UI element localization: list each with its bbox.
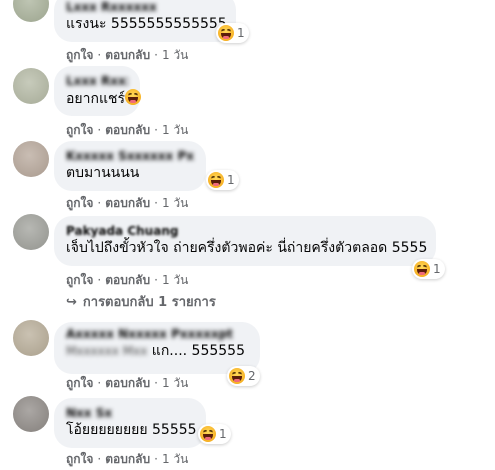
comment-bubble: Lxxx Rxxxxxx แรงนะ 5555555555555 (54, 0, 236, 42)
like-link[interactable]: ถูกใจ (66, 48, 93, 62)
separator: · (154, 273, 158, 287)
avatar[interactable] (13, 320, 49, 356)
reply-link[interactable]: ตอบกลับ (105, 48, 150, 62)
haha-emoji-icon (229, 368, 245, 384)
separator: · (154, 48, 158, 62)
reaction-summary[interactable]: 2 (227, 366, 260, 386)
like-link[interactable]: ถูกใจ (66, 376, 93, 390)
separator: · (97, 273, 102, 287)
reply-link[interactable]: ตอบกลับ (105, 273, 150, 287)
comment-actions: ถูกใจ · ตอบกลับ · 1 วัน (66, 195, 188, 211)
comment-author[interactable]: Nxx Sx (66, 406, 194, 421)
separator: · (97, 123, 102, 137)
timestamp[interactable]: 1 วัน (162, 48, 188, 62)
reaction-summary[interactable]: 1 (216, 23, 249, 43)
separator: · (154, 452, 158, 466)
separator: · (154, 376, 158, 390)
avatar[interactable] (13, 0, 49, 22)
reply-arrow-icon: ↪ (66, 295, 77, 310)
timestamp[interactable]: 1 วัน (162, 123, 188, 137)
reaction-count: 2 (248, 369, 256, 383)
comment-text: โอ้ยยยยยยยย 55555 (66, 422, 197, 438)
reply-link[interactable]: ตอบกลับ (105, 452, 150, 466)
reaction-summary[interactable]: 1 (412, 259, 445, 279)
separator: · (154, 123, 158, 137)
reply-link[interactable]: ตอบกลับ (105, 123, 150, 137)
reply-link[interactable]: ตอบกลับ (105, 376, 150, 390)
comment-author[interactable]: Lxxx Rxxxxxx (66, 74, 128, 89)
blurred-author-line: Mxxxxxx Mxx (66, 344, 148, 358)
comment-author[interactable]: Kxxxxx Sxxxxxx Pxxxxxxxx (66, 149, 194, 164)
comment-actions: ถูกใจ · ตอบกลับ · 1 วัน (66, 47, 188, 63)
reply-link[interactable]: ตอบกลับ (105, 196, 150, 210)
haha-emoji-icon (200, 426, 216, 442)
haha-emoji-icon (125, 89, 141, 105)
view-replies-link[interactable]: ↪ การตอบกลับ 1 รายการ (66, 295, 216, 311)
like-link[interactable]: ถูกใจ (66, 273, 93, 287)
reaction-count: 1 (219, 427, 227, 441)
comment-bubble: Pakyada Chuang เจ็บไปถึงขั้วหัวใจ ถ่ายคร… (54, 216, 436, 266)
comment-author[interactable]: Lxxx Rxxxxxx (66, 0, 224, 15)
comment-text: เจ็บไปถึงขั้วหัวใจ ถ่ายครึ่งตัวพอค่ะ นี่… (66, 240, 428, 256)
separator: · (97, 48, 102, 62)
comment-text: Mxxxxxx Mxx แก.... 555555 (66, 343, 245, 359)
separator: · (154, 196, 158, 210)
comment-actions: ถูกใจ · ตอบกลับ · 1 วัน (66, 122, 188, 138)
comment-bubble: Kxxxxx Sxxxxxx Pxxxxxxxx ตบมานนนน (54, 141, 206, 191)
comment-actions: ถูกใจ · ตอบกลับ · 1 วัน (66, 375, 188, 391)
separator: · (97, 196, 102, 210)
reaction-count: 1 (237, 26, 245, 40)
comment-bubble: Nxx Sx โอ้ยยยยยยยย 55555 (54, 398, 206, 448)
comment-actions: ถูกใจ · ตอบกลับ · 1 วัน (66, 272, 188, 288)
view-replies-label: การตอบกลับ 1 รายการ (82, 295, 216, 310)
reaction-summary[interactable]: 1 (206, 170, 239, 190)
avatar[interactable] (13, 396, 49, 432)
comment-author[interactable]: Pakyada Chuang (66, 224, 424, 239)
avatar[interactable] (13, 214, 49, 250)
comment-actions: ถูกใจ · ตอบกลับ · 1 วัน (66, 451, 188, 467)
separator: · (97, 452, 102, 466)
comment-text: ตบมานนนน (66, 165, 140, 181)
haha-emoji-icon (208, 172, 224, 188)
avatar[interactable] (13, 68, 49, 104)
separator: · (97, 376, 102, 390)
comment-bubble: Lxxx Rxxxxxx อยากแชร์ (54, 66, 141, 116)
timestamp[interactable]: 1 วัน (162, 376, 188, 390)
reaction-summary[interactable]: 1 (198, 424, 231, 444)
timestamp[interactable]: 1 วัน (162, 452, 188, 466)
like-link[interactable]: ถูกใจ (66, 196, 93, 210)
reaction-count: 1 (227, 173, 235, 187)
avatar[interactable] (13, 141, 49, 177)
timestamp[interactable]: 1 วัน (162, 273, 188, 287)
like-link[interactable]: ถูกใจ (66, 452, 93, 466)
comment-text: แรงนะ 5555555555555 (66, 16, 227, 32)
haha-emoji-icon (414, 261, 430, 277)
timestamp[interactable]: 1 วัน (162, 196, 188, 210)
comment-bubble: Axxxxx Nxxxxx Pxxxxxpt Mxxxxxx Mxx แก...… (54, 322, 260, 374)
like-link[interactable]: ถูกใจ (66, 123, 93, 137)
comment-author[interactable]: Axxxxx Nxxxxx Pxxxxxpt (66, 327, 248, 342)
comment-text: อยากแชร์ (66, 89, 141, 108)
reaction-count: 1 (433, 262, 441, 276)
haha-emoji-icon (218, 25, 234, 41)
